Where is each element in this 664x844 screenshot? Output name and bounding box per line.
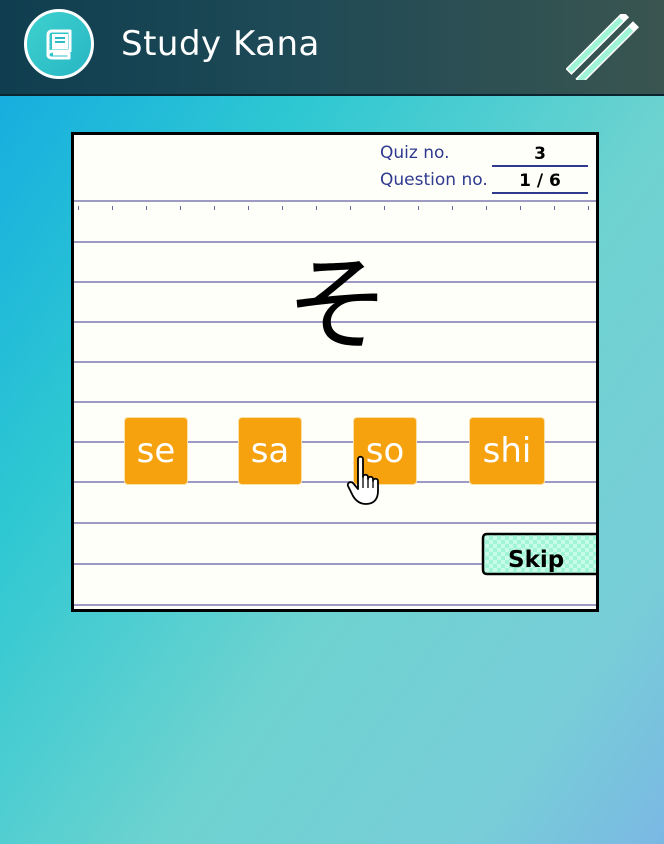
- question-number-label: Question no.: [380, 170, 488, 190]
- quiz-card: Quiz no. 3 Question no. 1 / 6 そ se sa so…: [71, 132, 599, 612]
- pointer-hand-icon: [346, 455, 390, 511]
- app-header: Study Kana: [0, 0, 664, 96]
- rule-line: [74, 604, 596, 606]
- rule-line: [74, 200, 596, 202]
- kana-character: そ: [282, 241, 394, 366]
- choice-se-button[interactable]: se: [124, 417, 188, 485]
- quiz-number-value: 3: [492, 143, 588, 167]
- pencils-icon[interactable]: [565, 11, 642, 85]
- app-title: Study Kana: [121, 24, 320, 64]
- quiz-number-label: Quiz no.: [380, 143, 450, 163]
- rule-line: [74, 401, 596, 403]
- book-icon[interactable]: [24, 9, 94, 79]
- skip-label: Skip: [508, 547, 565, 573]
- question-number-value: 1 / 6: [492, 170, 588, 194]
- choice-sa-button[interactable]: sa: [238, 417, 302, 485]
- choice-shi-button[interactable]: shi: [469, 417, 545, 485]
- rule-line: [74, 361, 596, 363]
- kana-glyph: そ: [286, 244, 390, 357]
